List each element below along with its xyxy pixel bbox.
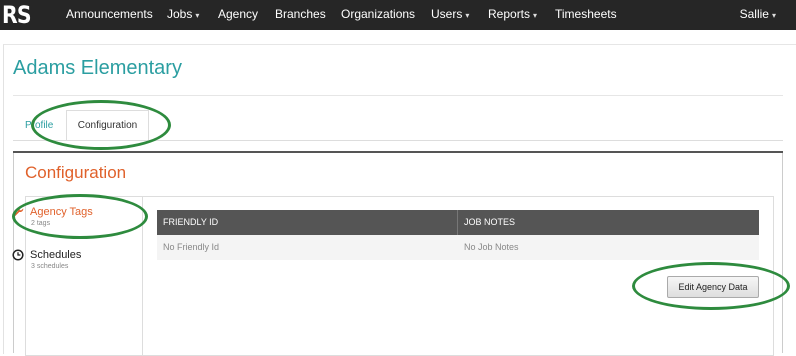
nav-item-label: Reports [488, 7, 531, 21]
user-menu[interactable]: Sallie ▾ [740, 0, 776, 30]
chevron-down-icon: ▾ [771, 11, 776, 20]
column-header-job-notes: JOB NOTES [464, 217, 516, 227]
table-row: No Friendly Id No Job Notes [157, 235, 759, 260]
annotation-ellipse [31, 100, 171, 150]
nav-item-label: Branches [275, 7, 326, 21]
nav-item-organizations[interactable]: Organizations [341, 0, 415, 30]
user-name: Sallie [739, 7, 769, 21]
nav-item-label: Organizations [341, 7, 416, 21]
top-navbar: RS Announcements Jobs ▾ Agency Branches O… [0, 0, 796, 30]
chevron-down-icon: ▾ [533, 11, 538, 20]
page-title: Adams Elementary [13, 57, 182, 79]
table-cell: No Job Notes [464, 242, 519, 252]
clock-icon [12, 249, 24, 261]
nav-item-users[interactable]: Users ▾ [431, 0, 469, 30]
sidebar-item-count: 3 schedules [31, 263, 69, 270]
table-cell: No Friendly Id [163, 242, 220, 252]
divider [13, 95, 783, 96]
nav-item-branches[interactable]: Branches [275, 0, 326, 30]
table-header: FRIENDLY ID JOB NOTES [157, 210, 759, 235]
app-logo[interactable]: RS [2, 1, 32, 29]
nav-item-label: Jobs [167, 7, 193, 21]
sidebar-item-label: Schedules [30, 249, 82, 261]
annotation-ellipse [632, 262, 790, 310]
nav-item-announcements[interactable]: Announcements [66, 0, 153, 30]
agency-data-table: FRIENDLY ID JOB NOTES No Friendly Id No … [157, 210, 759, 260]
nav-item-label: Users [431, 7, 463, 21]
nav-item-reports[interactable]: Reports ▾ [488, 0, 537, 30]
annotation-ellipse [12, 194, 148, 239]
nav-item-agency[interactable]: Agency [218, 0, 258, 30]
nav-item-label: Announcements [66, 7, 153, 21]
chevron-down-icon: ▾ [195, 11, 200, 20]
section-title: Configuration [25, 163, 127, 182]
nav-item-label: Timesheets [555, 7, 617, 21]
nav-item-jobs[interactable]: Jobs ▾ [167, 0, 199, 30]
chevron-down-icon: ▾ [465, 11, 470, 20]
nav-item-label: Agency [218, 7, 259, 21]
sidebar-item-schedules[interactable]: Schedules 3 schedules [12, 249, 81, 270]
nav-item-timesheets[interactable]: Timesheets [555, 0, 617, 30]
column-header-friendly-id: FRIENDLY ID [157, 210, 458, 235]
